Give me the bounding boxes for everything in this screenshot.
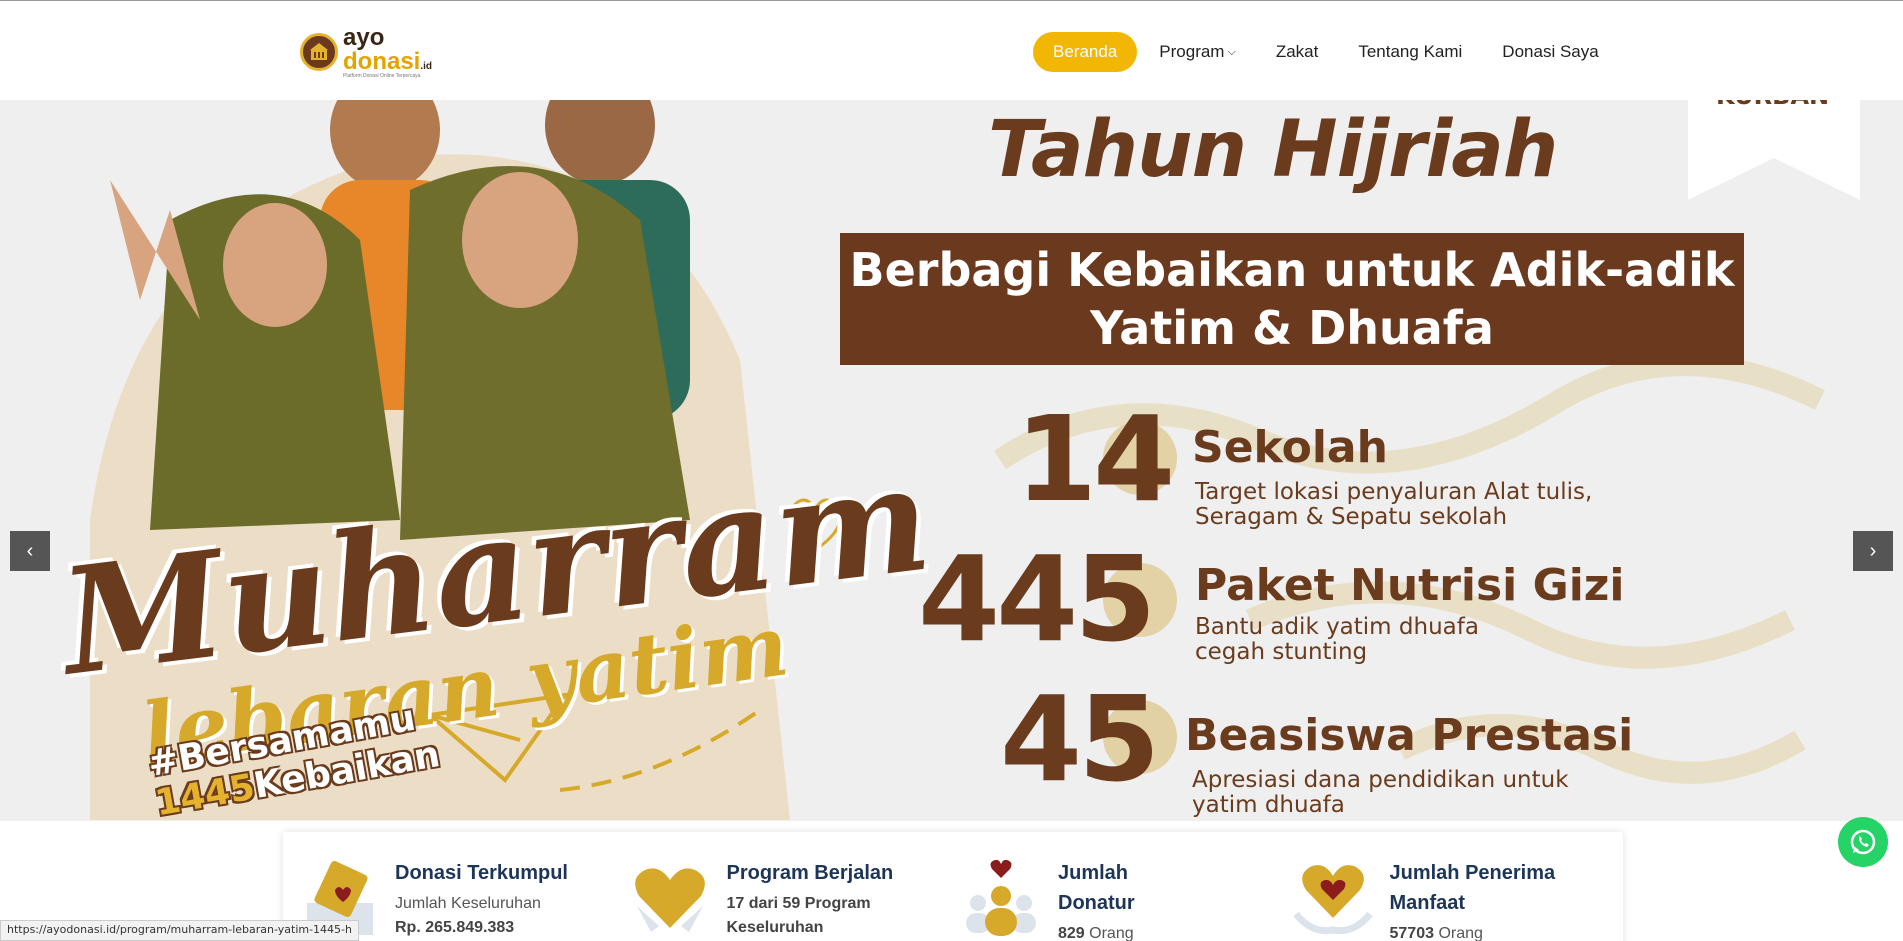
heart-care-icon — [1292, 865, 1373, 935]
hero-stat-number: 14 — [1015, 390, 1175, 528]
hero-stat-label: Sekolah — [1192, 422, 1388, 473]
hero-stat-sub-line: Target lokasi penyaluran Alat tulis, — [1195, 479, 1593, 505]
hero-stat-sub: Bantu adik yatim dhuafa cegah stunting — [1195, 615, 1479, 665]
hero-stat-sub-line: Bantu adik yatim dhuafa — [1195, 614, 1479, 640]
stat-subtitle: Jumlah Keseluruhan — [395, 895, 541, 912]
nav-beranda-label: Beranda — [1053, 42, 1118, 61]
hero-stat-sub-line: Seragam & Sepatu sekolah — [1195, 504, 1508, 530]
hero-band-line1: Berbagi Kebaikan untuk Adik-adik — [849, 243, 1735, 297]
hero-title: Tahun Hijriah — [988, 105, 1558, 195]
hero-stat-sub: Apresiasi dana pendidikan untuk yatim dh… — [1192, 768, 1569, 818]
hero-stat-label: Paket Nutrisi Gizi — [1195, 560, 1625, 611]
whatsapp-button[interactable] — [1838, 817, 1888, 867]
site-logo[interactable]: ayo donasi.id Platform Donasi Online Ter… — [300, 23, 433, 78]
stat-value-number: 57703 — [1389, 925, 1435, 941]
hero-stat-label: Beasiswa Prestasi — [1185, 710, 1634, 761]
carousel-next-button[interactable]: › — [1853, 531, 1893, 571]
carousel-prev-button[interactable]: ‹ — [10, 531, 50, 571]
stat-value-unit: Orang — [1084, 925, 1134, 941]
site-header: ayo donasi.id Platform Donasi Online Ter… — [0, 0, 1903, 100]
heart-hands-icon — [634, 868, 705, 932]
nav-tentang-kami[interactable]: Tentang Kami — [1358, 42, 1462, 62]
stat-value: 57703 Orang — [1390, 922, 1590, 941]
nav-zakat[interactable]: Zakat — [1276, 42, 1319, 62]
nav-donasi-saya[interactable]: Donasi Saya — [1502, 42, 1598, 62]
logo-emblem-icon — [300, 33, 338, 71]
stat-program-berjalan: Program Berjalan 17 dari 59 Program Kese… — [629, 858, 961, 941]
stat-jumlah-donatur: Jumlah Donatur 829 Orang — [960, 858, 1292, 941]
stat-value: 17 dari 59 Program Keseluruhan — [726, 895, 871, 936]
stat-value-unit: Orang — [1434, 925, 1483, 941]
hero-band: Berbagi Kebaikan untuk Adik-adik Yatim &… — [840, 233, 1744, 365]
chevron-left-icon: ‹ — [26, 539, 34, 562]
logo-tagline: Platform Donasi Online Terpercaya — [343, 72, 421, 79]
logo-id: .id — [420, 60, 433, 72]
stat-title: Jumlah Penerima Manfaat — [1389, 862, 1556, 914]
hero-corner-text: KURBAN — [1716, 100, 1829, 110]
logo-ayo: ayo — [343, 23, 385, 51]
main-nav: Beranda Program ⌵ Zakat Tentang Kami Dona… — [1033, 32, 1639, 72]
stat-value: Rp. 265.849.383 — [395, 919, 515, 936]
people-heart-icon — [966, 859, 1036, 936]
stat-value: 829 Orang — [1058, 922, 1168, 941]
stat-title: Program Berjalan — [726, 862, 894, 884]
nav-zakat-label: Zakat — [1275, 42, 1319, 61]
nav-tentang-label: Tentang Kami — [1358, 42, 1463, 61]
hero-stat-number: 445 — [918, 530, 1156, 668]
stat-title: Jumlah Donatur — [1058, 862, 1135, 914]
summary-stats: Donasi Terkumpul Jumlah Keseluruhan Rp. … — [283, 832, 1623, 941]
hero-stat-number: 45 — [1000, 670, 1160, 808]
stat-value-number: 829 — [1058, 925, 1085, 941]
nav-beranda[interactable]: Beranda — [1033, 32, 1138, 72]
logo-donasi: donasi — [343, 47, 421, 75]
stat-penerima-manfaat: Jumlah Penerima Manfaat 57703 Orang — [1292, 858, 1624, 941]
status-bar-url: https://ayodonasi.id/program/muharram-le… — [0, 920, 359, 941]
stat-title: Donasi Terkumpul — [395, 862, 568, 884]
nav-program[interactable]: Program ⌵ — [1159, 42, 1236, 62]
hero-stat-sub-line: cegah stunting — [1195, 639, 1368, 665]
hero-stat-sub-line: Apresiasi dana pendidikan untuk — [1192, 767, 1569, 793]
nav-program-label: Program — [1159, 42, 1225, 61]
hero-stat-sub-line: yatim dhuafa — [1192, 792, 1345, 818]
hero-stat-sub: Target lokasi penyaluran Alat tulis, Ser… — [1195, 480, 1592, 530]
hero-band-line2: Yatim & Dhuafa — [1090, 301, 1494, 355]
hero-carousel[interactable]: KURBAN Tahun Hijriah Berbagi Kebaikan un… — [0, 100, 1903, 821]
chevron-right-icon: › — [1869, 539, 1877, 562]
whatsapp-icon — [1850, 829, 1876, 855]
nav-donasi-saya-label: Donasi Saya — [1502, 42, 1599, 61]
chevron-down-icon: ⌵ — [1227, 45, 1236, 58]
